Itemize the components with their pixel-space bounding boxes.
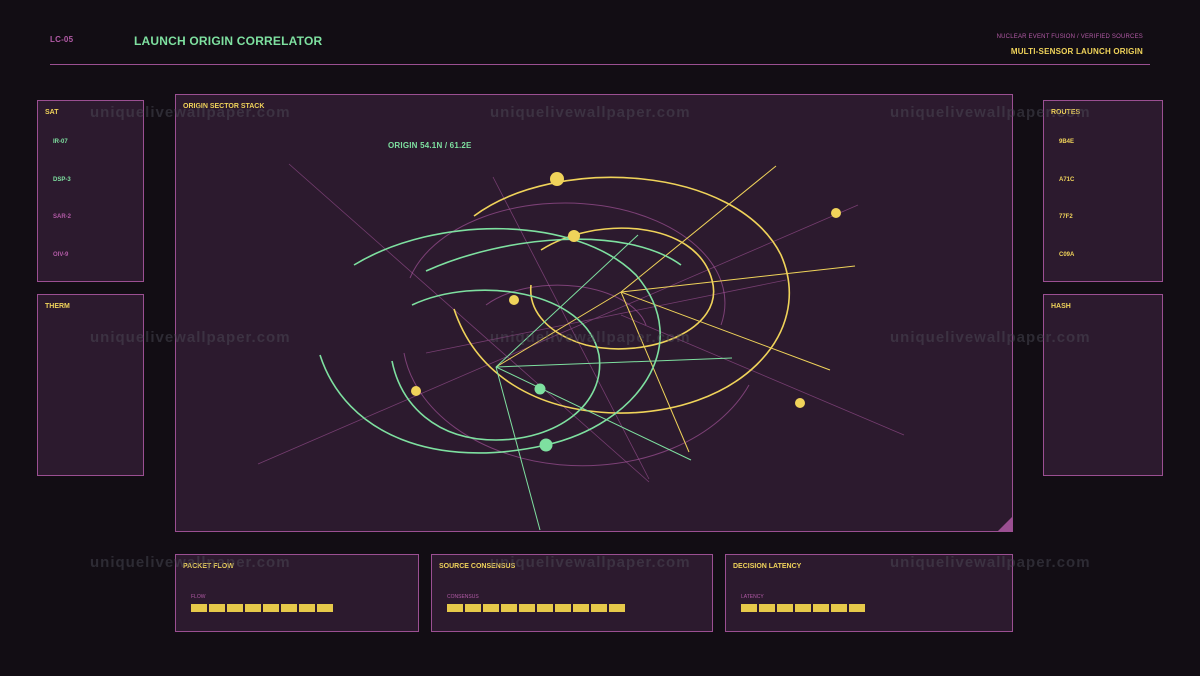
yellow-marker[interactable] bbox=[550, 172, 564, 186]
meter-segment bbox=[609, 604, 625, 612]
flow-meter bbox=[191, 604, 411, 612]
green-bearing-line bbox=[495, 366, 692, 461]
yellow-marker[interactable] bbox=[411, 386, 421, 396]
meter-segment bbox=[741, 604, 757, 612]
meter-segment bbox=[191, 604, 207, 612]
sat-item-oiv9[interactable]: OIV-9 bbox=[53, 252, 68, 258]
yellow-bearing-line bbox=[620, 265, 856, 293]
meter-segment bbox=[209, 604, 225, 612]
routes-panel: ROUTES 9B4E A71C 77F2 C09A bbox=[1043, 100, 1163, 282]
yellow-arc bbox=[530, 227, 715, 350]
magenta-bearing-line bbox=[492, 176, 650, 480]
meter-segment bbox=[317, 604, 333, 612]
green-bearing-line bbox=[495, 366, 541, 531]
sat-panel: SAT IR-07 DSP-3 SAR-2 OIV-9 bbox=[37, 100, 144, 282]
origin-sector-graphic bbox=[257, 163, 1012, 531]
yellow-marker[interactable] bbox=[509, 295, 519, 305]
decision-latency-title: DECISION LATENCY bbox=[733, 563, 802, 570]
page-title: LAUNCH ORIGIN CORRELATOR bbox=[134, 34, 323, 48]
meter-segment bbox=[263, 604, 279, 612]
consensus-meter bbox=[447, 604, 707, 612]
panel-corner-notch bbox=[998, 517, 1012, 531]
route-item[interactable]: A71C bbox=[1059, 177, 1074, 183]
green-bearing-line bbox=[495, 357, 733, 368]
meter-segment bbox=[777, 604, 793, 612]
therm-panel: THERM bbox=[37, 294, 144, 476]
therm-panel-title: THERM bbox=[45, 303, 70, 310]
decision-latency-panel: DECISION LATENCY LATENCY bbox=[725, 554, 1013, 632]
meter-segment bbox=[537, 604, 553, 612]
green-arc bbox=[425, 238, 682, 272]
origin-sector-panel: ORIGIN SECTOR STACK ORIGIN 54.1N / 61.2E bbox=[175, 94, 1013, 532]
panel-code: LC-05 bbox=[50, 35, 74, 44]
meter-segment bbox=[831, 604, 847, 612]
yellow-marker[interactable] bbox=[568, 230, 580, 242]
meter-segment bbox=[483, 604, 499, 612]
meter-segment bbox=[555, 604, 571, 612]
header-subtitle: NUCLEAR EVENT FUSION / VERIFIED SOURCES bbox=[996, 34, 1143, 40]
green-marker[interactable] bbox=[534, 383, 546, 395]
header-mode: MULTI-SENSOR LAUNCH ORIGIN bbox=[1010, 47, 1143, 56]
yellow-bearing-line bbox=[620, 291, 690, 453]
meter-segment bbox=[591, 604, 607, 612]
source-consensus-title: SOURCE CONSENSUS bbox=[439, 563, 516, 570]
routes-panel-title: ROUTES bbox=[1051, 109, 1081, 116]
sat-panel-title: SAT bbox=[45, 109, 59, 116]
consensus-meter-label: CONSENSUS bbox=[447, 594, 479, 600]
green-marker[interactable] bbox=[539, 438, 553, 452]
meter-segment bbox=[465, 604, 481, 612]
hash-panel-title: HASH bbox=[1051, 303, 1071, 310]
flow-meter-label: FLOW bbox=[191, 594, 206, 600]
header-divider bbox=[50, 64, 1150, 65]
magenta-bearing-line bbox=[620, 314, 905, 436]
source-consensus-panel: SOURCE CONSENSUS CONSENSUS bbox=[431, 554, 713, 632]
magenta-arc bbox=[409, 202, 726, 326]
meter-segment bbox=[299, 604, 315, 612]
meter-segment bbox=[849, 604, 865, 612]
meter-segment bbox=[281, 604, 297, 612]
meter-segment bbox=[447, 604, 463, 612]
sat-item-sar2[interactable]: SAR-2 bbox=[53, 214, 71, 220]
route-item[interactable]: 77F2 bbox=[1059, 214, 1073, 220]
packet-flow-title: PACKET FLOW bbox=[183, 563, 234, 570]
hash-panel: HASH bbox=[1043, 294, 1163, 476]
meter-segment bbox=[795, 604, 811, 612]
packet-flow-panel: PACKET FLOW FLOW bbox=[175, 554, 419, 632]
route-item[interactable]: 9B4E bbox=[1059, 139, 1074, 145]
route-item[interactable]: C09A bbox=[1059, 252, 1074, 258]
latency-meter bbox=[741, 604, 1001, 612]
sat-item-dsp3[interactable]: DSP-3 bbox=[53, 177, 71, 183]
meter-segment bbox=[519, 604, 535, 612]
latency-meter-label: LATENCY bbox=[741, 594, 764, 600]
meter-segment bbox=[813, 604, 829, 612]
green-arc bbox=[391, 289, 601, 441]
sat-item-ir07[interactable]: IR-07 bbox=[53, 139, 68, 145]
meter-segment bbox=[227, 604, 243, 612]
meter-segment bbox=[759, 604, 775, 612]
magenta-bearing-line bbox=[288, 163, 650, 483]
meter-segment bbox=[501, 604, 517, 612]
yellow-marker[interactable] bbox=[795, 398, 805, 408]
yellow-marker[interactable] bbox=[831, 208, 841, 218]
meter-segment bbox=[245, 604, 261, 612]
yellow-bearing-line bbox=[620, 165, 777, 293]
meter-segment bbox=[573, 604, 589, 612]
